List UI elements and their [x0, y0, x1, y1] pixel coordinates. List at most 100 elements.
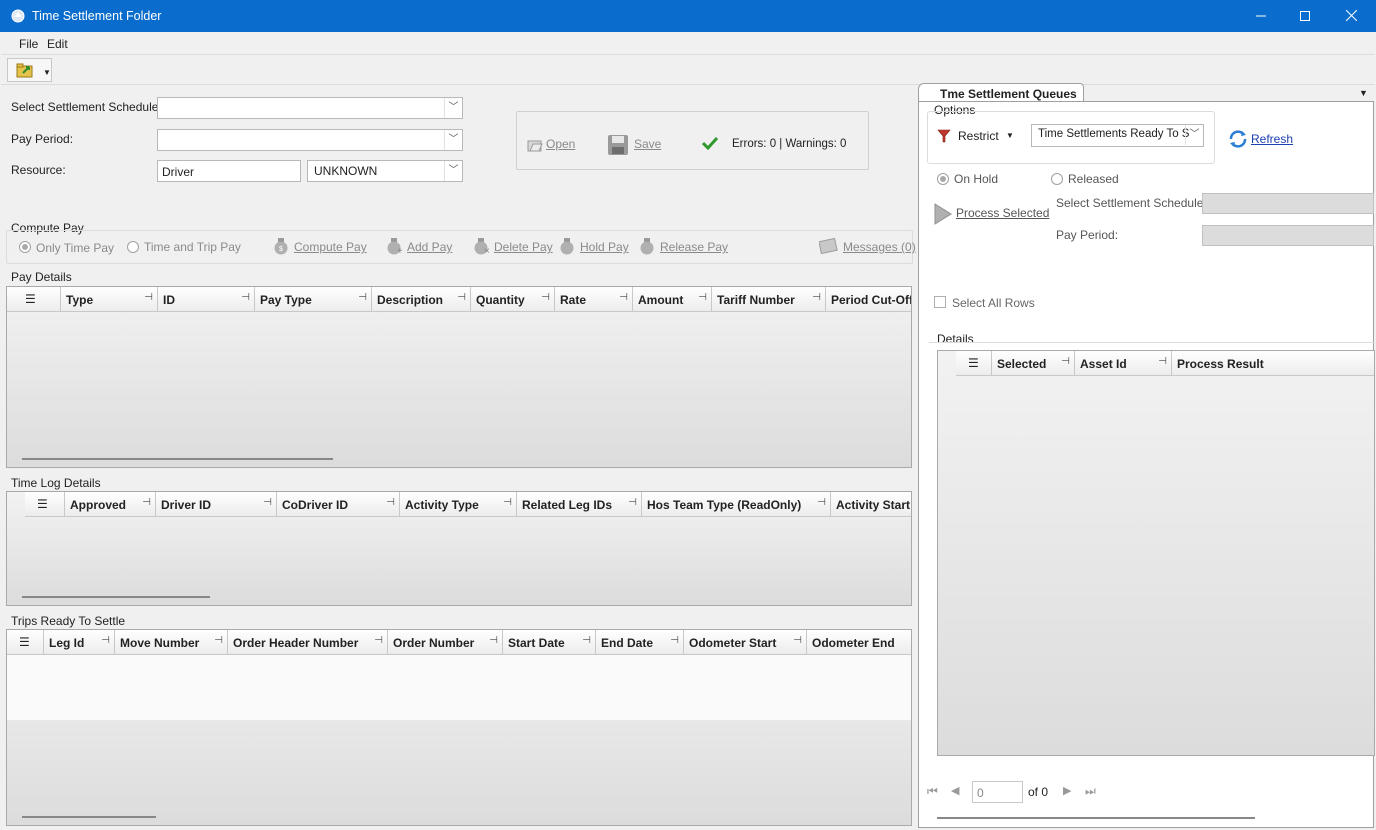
- select-all-rows-checkbox[interactable]: [934, 296, 946, 308]
- pay-period-select[interactable]: ﹀: [157, 129, 463, 151]
- col-header[interactable]: Tariff Number ⊣: [712, 287, 826, 312]
- pin-icon[interactable]: ⊣: [812, 292, 821, 303]
- process-selected-button[interactable]: Process Selected: [956, 206, 1049, 220]
- col-header[interactable]: Process Result: [1172, 351, 1374, 376]
- panel-menu-chevron-icon[interactable]: ▼: [1359, 88, 1368, 98]
- col-header[interactable]: Order Number ⊣: [388, 630, 503, 655]
- pin-icon[interactable]: ⊣: [214, 635, 223, 646]
- col-header[interactable]: Odometer End: [807, 630, 911, 655]
- release-pay-button[interactable]: Release Pay: [660, 240, 728, 254]
- queue-details-grid[interactable]: ☰ Selected ⊣ Asset Id ⊣ Process Result: [937, 350, 1375, 756]
- col-header[interactable]: Odometer Start ⊣: [684, 630, 807, 655]
- pin-icon[interactable]: ⊣: [817, 497, 826, 508]
- minimize-button[interactable]: [1238, 0, 1284, 32]
- on-hold-radio[interactable]: [937, 173, 949, 185]
- col-header[interactable]: Start Date ⊣: [503, 630, 596, 655]
- pin-icon[interactable]: ⊣: [386, 497, 395, 508]
- first-page-icon[interactable]: ⏮: [927, 784, 938, 799]
- compute-pay-button[interactable]: Compute Pay: [294, 240, 367, 254]
- menu-file[interactable]: File: [19, 37, 38, 51]
- col-header[interactable]: End Date ⊣: [596, 630, 684, 655]
- horizontal-scrollbar[interactable]: [22, 816, 156, 818]
- col-header[interactable]: Order Header Number ⊣: [228, 630, 388, 655]
- col-header[interactable]: ID ⊣: [158, 287, 255, 312]
- pin-icon[interactable]: ⊣: [628, 497, 637, 508]
- folder-dropdown-button[interactable]: ▼: [7, 58, 52, 82]
- pin-icon[interactable]: ⊣: [263, 497, 272, 508]
- pay-details-grid[interactable]: ☰ Type ⊣ ID ⊣ Pay Type ⊣ Description ⊣ Quant…: [6, 286, 912, 468]
- col-header[interactable]: Description ⊣: [372, 287, 471, 312]
- col-header[interactable]: Driver ID ⊣: [156, 492, 277, 517]
- released-radio[interactable]: [1051, 173, 1063, 185]
- delete-pay-button[interactable]: Delete Pay: [494, 240, 553, 254]
- col-header[interactable]: Approved ⊣: [65, 492, 156, 517]
- horizontal-scrollbar[interactable]: [22, 458, 333, 460]
- horizontal-scrollbar[interactable]: [937, 817, 1255, 819]
- col-header[interactable]: Rate ⊣: [555, 287, 633, 312]
- chevron-down-icon[interactable]: ▼: [1006, 131, 1014, 140]
- pin-icon[interactable]: ⊣: [503, 497, 512, 508]
- pin-icon[interactable]: ⊣: [241, 292, 250, 303]
- refresh-button[interactable]: Refresh: [1251, 132, 1293, 146]
- pin-icon[interactable]: ⊣: [457, 292, 466, 303]
- column-chooser-button[interactable]: ☰: [25, 492, 65, 517]
- messages-button[interactable]: Messages (0): [843, 240, 916, 254]
- column-chooser-button[interactable]: ☰: [956, 351, 992, 376]
- prev-page-icon[interactable]: ◀: [951, 784, 959, 797]
- column-chooser-button[interactable]: ☰: [7, 287, 61, 312]
- pin-icon[interactable]: ⊣: [793, 635, 802, 646]
- menu-edit[interactable]: Edit: [47, 37, 68, 51]
- pin-icon[interactable]: ⊣: [1158, 356, 1167, 367]
- col-header[interactable]: Type ⊣: [61, 287, 158, 312]
- pin-icon[interactable]: ⊣: [489, 635, 498, 646]
- settlement-schedule-select[interactable]: ﹀: [157, 97, 463, 119]
- pin-icon[interactable]: ⊣: [582, 635, 591, 646]
- col-header[interactable]: Quantity ⊣: [471, 287, 555, 312]
- next-page-icon[interactable]: ▶: [1063, 784, 1071, 797]
- col-header[interactable]: Move Number ⊣: [115, 630, 228, 655]
- page-input[interactable]: 0: [972, 781, 1023, 803]
- column-chooser-button[interactable]: ☰: [7, 630, 44, 655]
- pin-icon[interactable]: ⊣: [670, 635, 679, 646]
- time-log-grid[interactable]: ☰ Approved ⊣ Driver ID ⊣ CoDriver ID ⊣ Acti…: [6, 491, 912, 606]
- col-header[interactable]: Activity Type ⊣: [400, 492, 517, 517]
- restrict-button[interactable]: Restrict: [958, 129, 999, 143]
- col-header[interactable]: Amount ⊣: [633, 287, 712, 312]
- pin-icon[interactable]: ⊣: [541, 292, 550, 303]
- pin-icon[interactable]: ⊣: [101, 635, 110, 646]
- open-button[interactable]: Open: [546, 137, 575, 151]
- col-header[interactable]: CoDriver ID ⊣: [277, 492, 400, 517]
- check-icon: [702, 136, 718, 150]
- col-header[interactable]: Asset Id ⊣: [1075, 351, 1172, 376]
- queue-select[interactable]: Time Settlements Ready To S ﹀: [1031, 124, 1204, 147]
- pin-icon[interactable]: ⊣: [619, 292, 628, 303]
- pin-icon[interactable]: ⊣: [698, 292, 707, 303]
- horizontal-scrollbar[interactable]: [22, 596, 210, 598]
- col-header[interactable]: Leg Id ⊣: [44, 630, 115, 655]
- queue-pay-period-select[interactable]: [1202, 225, 1374, 246]
- col-header[interactable]: Selected ⊣: [992, 351, 1075, 376]
- close-button[interactable]: [1328, 0, 1374, 32]
- col-header[interactable]: Activity Start: [831, 492, 911, 517]
- resource-type-field[interactable]: Driver: [157, 160, 301, 182]
- col-header[interactable]: Pay Type ⊣: [255, 287, 372, 312]
- queue-settlement-schedule-select[interactable]: [1202, 193, 1374, 214]
- col-header[interactable]: Period Cut-Off: [826, 287, 911, 312]
- pin-icon[interactable]: ⊣: [358, 292, 367, 303]
- hold-pay-button[interactable]: Hold Pay: [580, 240, 629, 254]
- col-header[interactable]: Related Leg IDs ⊣: [517, 492, 642, 517]
- save-button[interactable]: Save: [634, 137, 661, 151]
- maximize-button[interactable]: [1282, 0, 1328, 32]
- pin-icon[interactable]: ⊣: [1061, 356, 1070, 367]
- add-pay-button[interactable]: Add Pay: [407, 240, 452, 254]
- only-time-pay-radio[interactable]: [19, 241, 31, 253]
- pin-icon[interactable]: ⊣: [144, 292, 153, 303]
- pin-icon[interactable]: ⊣: [374, 635, 383, 646]
- tab-time-settlement-queues[interactable]: Tme Settlement Queues: [918, 83, 1084, 102]
- col-header[interactable]: Hos Team Type (ReadOnly) ⊣: [642, 492, 831, 517]
- trips-grid[interactable]: ☰ Leg Id ⊣ Move Number ⊣ Order Header Numb…: [6, 629, 912, 826]
- pin-icon[interactable]: ⊣: [142, 497, 151, 508]
- resource-select[interactable]: UNKNOWN ﹀: [307, 160, 463, 182]
- last-page-icon[interactable]: ⏭: [1085, 784, 1096, 799]
- time-and-trip-pay-radio[interactable]: [127, 241, 139, 253]
